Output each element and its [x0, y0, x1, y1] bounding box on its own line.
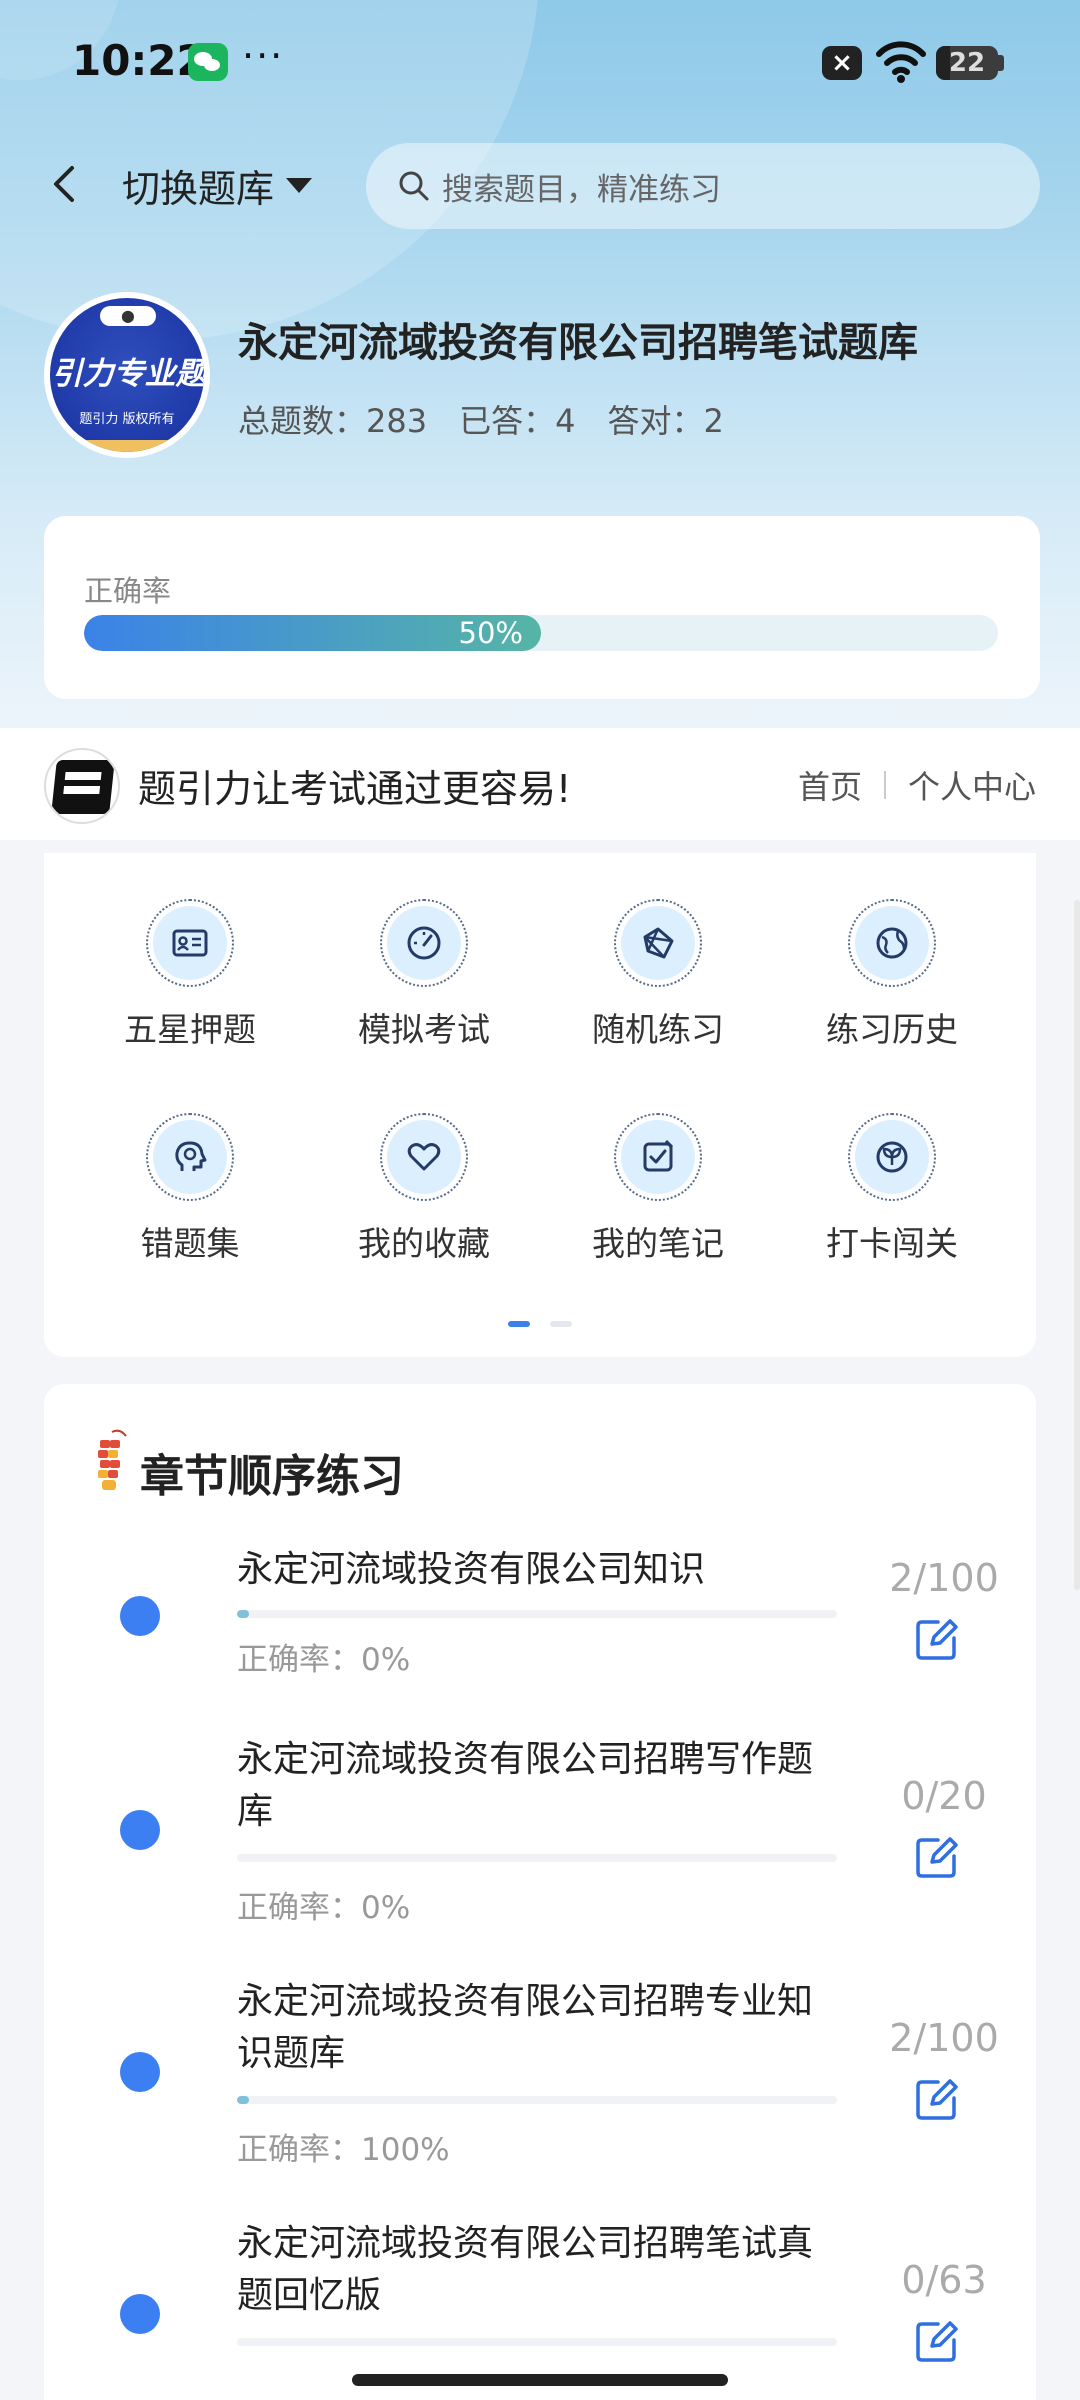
feature-notes[interactable]: 我的笔记 [578, 1113, 738, 1265]
bank-title: 永定河流域投资有限公司招聘笔试题库 [238, 320, 918, 366]
profile-link[interactable]: 个人中心 [908, 762, 1036, 808]
chapter-progress-bar [237, 2338, 837, 2346]
avatar-bottom-band [50, 440, 204, 452]
signal-off-icon: × [822, 46, 862, 80]
feature-label: 我的笔记 [592, 1224, 724, 1263]
chapter-progress-bar [237, 1610, 837, 1618]
feature-label: 打卡闯关 [826, 1224, 958, 1263]
edit-icon[interactable] [914, 1834, 960, 1880]
feature-random-practice[interactable]: 随机练习 [578, 899, 738, 1051]
brand-slogan: 题引力让考试通过更容易! [138, 767, 572, 811]
feature-favorites[interactable]: 我的收藏 [344, 1113, 504, 1265]
status-bar: 10:22 ··· × 22 [0, 0, 1080, 125]
chapter-rate: 正确率：0% [237, 1890, 411, 1926]
chapter-count: 0/63 [901, 2258, 987, 2302]
feature-history[interactable]: 练习历史 [812, 899, 972, 1051]
edit-icon[interactable] [914, 2318, 960, 2364]
chapter-dot [120, 1810, 160, 1850]
feature-five-star[interactable]: 五星押题 [110, 899, 270, 1051]
feature-mock-exam[interactable]: 模拟考试 [344, 899, 504, 1051]
search-input[interactable]: 搜索题目，精准练习 [366, 143, 1040, 229]
chapter-count: 2/100 [889, 1556, 999, 1600]
accuracy-card: 正确率 50% [44, 516, 1040, 699]
battery-level: 22 [948, 48, 986, 78]
pager-dot[interactable] [550, 1321, 572, 1327]
stat-answered: 已答：4 [459, 402, 576, 440]
feature-label: 随机练习 [592, 1010, 724, 1049]
switch-bank-dropdown[interactable]: 切换题库 [122, 158, 313, 213]
chapter-rate: 正确率：100% [237, 2132, 450, 2168]
chapter-progress-bar [237, 1854, 837, 1862]
chapter-count: 2/100 [889, 2016, 999, 2060]
chapter-progress-fill [237, 1610, 249, 1618]
bank-stats: 总题数：283 已答：4 答对：2 [238, 396, 724, 442]
feature-wrong-set[interactable]: 错题集 [110, 1113, 270, 1265]
chapter-rate: 正确率：0% [237, 1642, 411, 1678]
grid-pager[interactable] [508, 1321, 572, 1327]
feature-checkin[interactable]: 打卡闯关 [812, 1113, 972, 1265]
avatar-title: 引力专业题 [51, 356, 205, 392]
caret-down-icon [286, 178, 313, 193]
edit-icon[interactable] [914, 1616, 960, 1662]
battery-icon: 22 [936, 46, 998, 80]
chapter-dot [120, 2294, 160, 2334]
chapter-dot [120, 1596, 160, 1636]
chapter-count: 0/20 [901, 1774, 987, 1818]
chapter-name: 永定河流域投资有限公司招聘写作题库 [237, 1739, 814, 1832]
avatar-logo-tag: ⬤ [100, 306, 156, 326]
brand-banner: 题引力让考试通过更容易! 首页 个人中心 [0, 728, 1080, 840]
feature-label: 我的收藏 [358, 1224, 490, 1263]
feature-label: 练习历史 [826, 1010, 958, 1049]
divider [883, 771, 886, 799]
head-icon [175, 1141, 207, 1171]
heart-icon [407, 1143, 441, 1171]
leaf-icon [876, 1141, 908, 1173]
feature-label: 错题集 [140, 1224, 240, 1263]
battery-tip [998, 55, 1004, 71]
edit-icon[interactable] [914, 2076, 960, 2122]
accuracy-progress-fill: 50% [84, 615, 541, 651]
search-icon [399, 171, 429, 201]
note-check-icon [643, 1139, 674, 1172]
firecracker-icon [98, 1429, 127, 1490]
feature-label: 模拟考试 [358, 1010, 490, 1049]
chapter-progress-bar [237, 2096, 837, 2104]
accuracy-value: 50% [458, 616, 523, 650]
back-icon[interactable] [40, 156, 88, 212]
wechat-icon [188, 43, 228, 81]
chapter-name: 永定河流域投资有限公司招聘笔试真题回忆版 [237, 2223, 814, 2316]
id-card-icon [172, 929, 208, 957]
chapter-progress-fill [237, 2096, 249, 2104]
avatar-sub: 题引力 版权所有 [79, 412, 175, 427]
accuracy-label: 正确率 [84, 574, 172, 608]
search-placeholder: 搜索题目，精准练习 [442, 171, 721, 208]
accuracy-progress-bar: 50% [84, 615, 998, 651]
clock: 10:22 [72, 36, 206, 85]
bank-avatar: ⬤ 引力专业题 题引力 版权所有 [44, 292, 210, 458]
chapter-dot [120, 2052, 160, 2092]
wifi-icon [876, 41, 926, 83]
chapter-name: 永定河流域投资有限公司招聘专业知识题库 [237, 1981, 814, 2074]
random-icon [643, 927, 674, 959]
chapter-practice-section: 章节顺序练习 永定河流域投资有限公司知识 正确率：0% 2/100 永定河流域投… [44, 1384, 1036, 2400]
brand-logo [44, 748, 120, 824]
feature-label: 五星押题 [124, 1010, 256, 1049]
globe-icon [876, 927, 908, 959]
speedometer-icon [407, 926, 441, 960]
pager-dot-active[interactable] [508, 1321, 530, 1327]
stat-total: 总题数：283 [238, 402, 428, 440]
chapter-name: 永定河流域投资有限公司知识 [237, 1549, 706, 1590]
stat-correct: 答对：2 [607, 402, 724, 440]
feature-grid: 五星押题 模拟考试 随机练习 练习历史 错题集 我的收藏 我的笔记 打卡闯关 [44, 853, 1036, 1357]
more-notifications-icon: ··· [242, 34, 285, 78]
home-indicator[interactable] [352, 2374, 728, 2386]
switch-bank-label: 切换题库 [122, 167, 275, 211]
scrollbar[interactable] [1074, 900, 1080, 1590]
chapter-title: 章节顺序练习 [140, 1451, 404, 1502]
banner-links: 首页 个人中心 [798, 762, 1036, 808]
home-link[interactable]: 首页 [798, 762, 862, 808]
